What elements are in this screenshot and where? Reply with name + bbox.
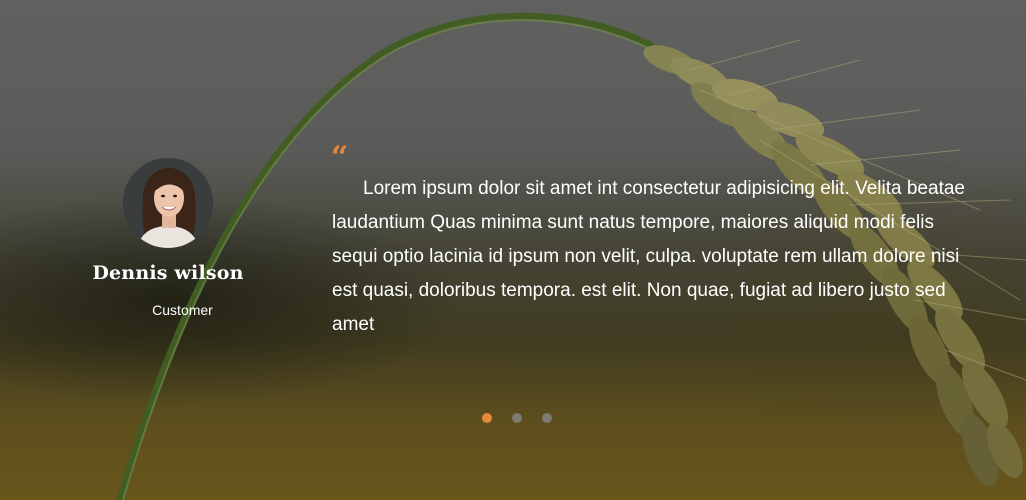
author-role: Customer [152,302,213,318]
author-name: Dennis wilson [92,262,244,284]
slider-dot-1[interactable] [482,413,492,423]
slider-dot-2[interactable] [512,413,522,423]
author-avatar [123,158,213,248]
quote-icon: “ [331,140,349,175]
slider-dot-3[interactable] [542,413,552,423]
slider-dots [482,413,552,423]
avatar-photo [123,158,213,248]
testimonial-quote: Lorem ipsum dolor sit amet int consectet… [332,178,965,335]
